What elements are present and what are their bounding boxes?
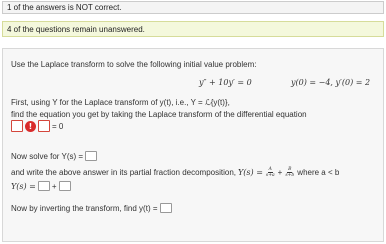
pfd-plus: +: [277, 168, 283, 177]
problem-panel: Use the Laplace transform to solve the f…: [2, 48, 384, 242]
unanswered-questions-text: 4 of the questions remain unanswered.: [7, 24, 145, 34]
unanswered-questions-banner: 4 of the questions remain unanswered.: [2, 21, 384, 37]
pfd-condition: where a < b: [297, 168, 340, 177]
differential-equation: y″ + 10y′ = 0: [199, 78, 252, 87]
step3-text: and write the above answer in its partia…: [11, 168, 237, 177]
pfd-term-b-input[interactable]: [58, 181, 71, 191]
error-icon: !: [25, 120, 36, 132]
problem-intro: Use the Laplace transform to solve the f…: [11, 60, 257, 69]
initial-conditions: y(0) = −4, y′(0) = 2: [291, 78, 371, 87]
step4-label: Now by inverting the transform, find y(t…: [11, 203, 158, 213]
step1-instruction: First, using Y for the Laplace transform…: [11, 98, 230, 107]
pfd-lhs-2: Y(s) =: [11, 181, 36, 191]
yt-input[interactable]: [159, 203, 172, 213]
step1-answer-row: ! = 0: [11, 120, 63, 132]
laplace-equation-input[interactable]: [11, 120, 23, 132]
fraction-a: A s+a: [266, 167, 275, 178]
laplace-equation-input-2[interactable]: [38, 120, 50, 132]
pfd-lhs: Y(s) =: [238, 168, 263, 177]
incorrect-answers-banner: 1 of the answers is NOT correct.: [2, 1, 384, 14]
pfd-term-a-input[interactable]: [37, 181, 50, 191]
step2-label: Now solve for Y(s) =: [11, 151, 84, 161]
step4-row: Now by inverting the transform, find y(t…: [11, 203, 172, 213]
ys-input[interactable]: [85, 151, 98, 161]
fraction-b-denominator: s+b: [285, 173, 295, 178]
step3-row: and write the above answer in its partia…: [11, 167, 339, 178]
fraction-a-denominator: s+a: [265, 173, 275, 178]
fraction-b: B s+b: [285, 167, 294, 178]
step1-instruction-cont: find the equation you get by taking the …: [11, 110, 307, 119]
step3-answer-row: Y(s) = +: [11, 181, 71, 191]
pfd-plus-2: +: [51, 181, 57, 191]
incorrect-answers-text: 1 of the answers is NOT correct.: [7, 3, 122, 12]
step2-row: Now solve for Y(s) =: [11, 151, 98, 161]
step1-equals: = 0: [52, 121, 64, 131]
